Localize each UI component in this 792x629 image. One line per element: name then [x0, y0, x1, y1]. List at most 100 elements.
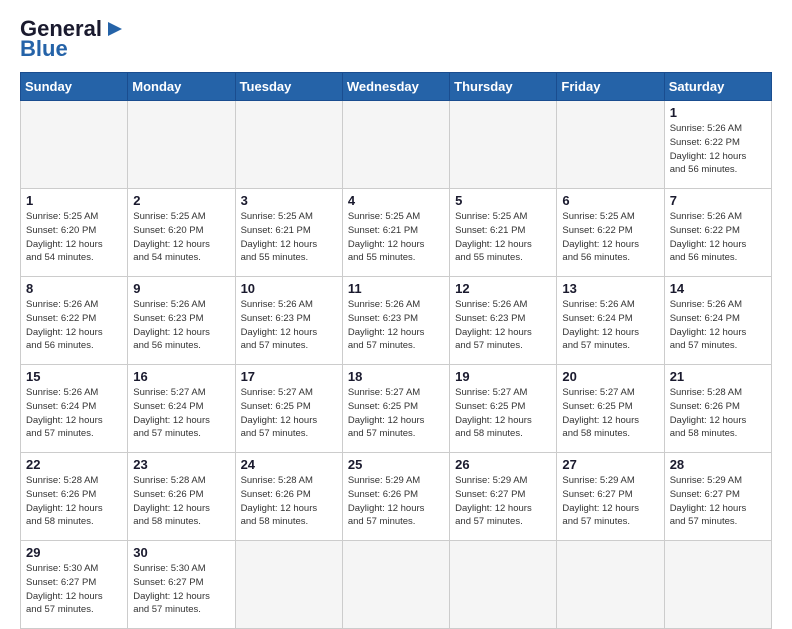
cell-info: Sunrise: 5:26 AMSunset: 6:23 PMDaylight:… [455, 298, 551, 353]
cell-info: Sunrise: 5:27 AMSunset: 6:25 PMDaylight:… [348, 386, 444, 441]
calendar-cell: 28Sunrise: 5:29 AMSunset: 6:27 PMDayligh… [664, 453, 771, 541]
col-header-tuesday: Tuesday [235, 73, 342, 101]
col-header-thursday: Thursday [450, 73, 557, 101]
cell-info: Sunrise: 5:28 AMSunset: 6:26 PMDaylight:… [26, 474, 122, 529]
calendar-cell: 1 Sunrise: 5:26 AMSunset: 6:22 PMDaylight… [664, 101, 771, 189]
day-number: 16 [133, 369, 229, 384]
week-row-6: 29 Sunrise: 5:30 AMSunset: 6:27 PMDayligh… [21, 541, 772, 629]
calendar-cell [235, 541, 342, 629]
calendar-cell: 2Sunrise: 5:25 AMSunset: 6:20 PMDaylight… [128, 189, 235, 277]
cell-info: Sunrise: 5:25 AMSunset: 6:21 PMDaylight:… [241, 210, 337, 265]
day-number: 4 [348, 193, 444, 208]
cell-info: Sunrise: 5:26 AMSunset: 6:23 PMDaylight:… [241, 298, 337, 353]
calendar-table: SundayMondayTuesdayWednesdayThursdayFrid… [20, 72, 772, 629]
cell-info: Sunrise: 5:26 AMSunset: 6:24 PMDaylight:… [562, 298, 658, 353]
week-row-3: 8 Sunrise: 5:26 AMSunset: 6:22 PMDaylight… [21, 277, 772, 365]
logo: General Blue [20, 16, 126, 62]
calendar-cell: 14 Sunrise: 5:26 AMSunset: 6:24 PMDayligh… [664, 277, 771, 365]
calendar-cell [342, 101, 449, 189]
cell-info: Sunrise: 5:29 AMSunset: 6:27 PMDaylight:… [455, 474, 551, 529]
cell-info: Sunrise: 5:26 AMSunset: 6:24 PMDaylight:… [26, 386, 122, 441]
day-number: 30 [133, 545, 229, 560]
day-number: 24 [241, 457, 337, 472]
cell-info: Sunrise: 5:26 AMSunset: 6:23 PMDaylight:… [348, 298, 444, 353]
day-number: 29 [26, 545, 122, 560]
day-number: 23 [133, 457, 229, 472]
day-number: 25 [348, 457, 444, 472]
day-number: 19 [455, 369, 551, 384]
col-header-sunday: Sunday [21, 73, 128, 101]
cell-info: Sunrise: 5:25 AMSunset: 6:20 PMDaylight:… [26, 210, 122, 265]
calendar-cell: 7Sunrise: 5:26 AMSunset: 6:22 PMDaylight… [664, 189, 771, 277]
page: General Blue SundayMondayTuesdayWednesda… [0, 0, 792, 612]
day-number: 9 [133, 281, 229, 296]
cell-info: Sunrise: 5:29 AMSunset: 6:27 PMDaylight:… [670, 474, 766, 529]
calendar-cell [450, 541, 557, 629]
calendar-cell: 11Sunrise: 5:26 AMSunset: 6:23 PMDayligh… [342, 277, 449, 365]
day-number: 22 [26, 457, 122, 472]
day-number: 8 [26, 281, 122, 296]
day-number: 10 [241, 281, 337, 296]
column-headers: SundayMondayTuesdayWednesdayThursdayFrid… [21, 73, 772, 101]
day-number: 2 [133, 193, 229, 208]
day-number: 7 [670, 193, 766, 208]
calendar-cell: 3 Sunrise: 5:25 AMSunset: 6:21 PMDaylight… [235, 189, 342, 277]
col-header-saturday: Saturday [664, 73, 771, 101]
cell-info: Sunrise: 5:28 AMSunset: 6:26 PMDaylight:… [241, 474, 337, 529]
day-number: 5 [455, 193, 551, 208]
calendar-cell: 15 Sunrise: 5:26 AMSunset: 6:24 PMDayligh… [21, 365, 128, 453]
calendar-cell: 5 Sunrise: 5:25 AMSunset: 6:21 PMDaylight… [450, 189, 557, 277]
calendar-cell: 26Sunrise: 5:29 AMSunset: 6:27 PMDayligh… [450, 453, 557, 541]
col-header-friday: Friday [557, 73, 664, 101]
header: General Blue [20, 16, 772, 62]
cell-info: Sunrise: 5:25 AMSunset: 6:21 PMDaylight:… [455, 210, 551, 265]
day-number: 13 [562, 281, 658, 296]
calendar-cell: 12 Sunrise: 5:26 AMSunset: 6:23 PMDayligh… [450, 277, 557, 365]
calendar-cell: 10 Sunrise: 5:26 AMSunset: 6:23 PMDayligh… [235, 277, 342, 365]
calendar-cell: 9 Sunrise: 5:26 AMSunset: 6:23 PMDaylight… [128, 277, 235, 365]
day-number: 6 [562, 193, 658, 208]
cell-info: Sunrise: 5:29 AMSunset: 6:26 PMDaylight:… [348, 474, 444, 529]
cell-info: Sunrise: 5:25 AMSunset: 6:22 PMDaylight:… [562, 210, 658, 265]
calendar-cell [557, 541, 664, 629]
cell-info: Sunrise: 5:30 AMSunset: 6:27 PMDaylight:… [26, 562, 122, 617]
col-header-monday: Monday [128, 73, 235, 101]
calendar-body: 1 Sunrise: 5:26 AMSunset: 6:22 PMDaylight… [21, 101, 772, 629]
week-row-4: 15 Sunrise: 5:26 AMSunset: 6:24 PMDayligh… [21, 365, 772, 453]
cell-info: Sunrise: 5:30 AMSunset: 6:27 PMDaylight:… [133, 562, 229, 617]
calendar-cell: 29 Sunrise: 5:30 AMSunset: 6:27 PMDayligh… [21, 541, 128, 629]
day-number: 14 [670, 281, 766, 296]
week-row-1: 1 Sunrise: 5:26 AMSunset: 6:22 PMDaylight… [21, 101, 772, 189]
calendar-cell: 4 Sunrise: 5:25 AMSunset: 6:21 PMDaylight… [342, 189, 449, 277]
day-number: 21 [670, 369, 766, 384]
day-number: 20 [562, 369, 658, 384]
cell-info: Sunrise: 5:28 AMSunset: 6:26 PMDaylight:… [133, 474, 229, 529]
cell-info: Sunrise: 5:26 AMSunset: 6:23 PMDaylight:… [133, 298, 229, 353]
calendar-cell: 24 Sunrise: 5:28 AMSunset: 6:26 PMDayligh… [235, 453, 342, 541]
calendar-cell [557, 101, 664, 189]
calendar-cell: 17Sunrise: 5:27 AMSunset: 6:25 PMDayligh… [235, 365, 342, 453]
cell-info: Sunrise: 5:25 AMSunset: 6:21 PMDaylight:… [348, 210, 444, 265]
cell-info: Sunrise: 5:26 AMSunset: 6:22 PMDaylight:… [26, 298, 122, 353]
calendar-cell: 21 Sunrise: 5:28 AMSunset: 6:26 PMDayligh… [664, 365, 771, 453]
cell-info: Sunrise: 5:26 AMSunset: 6:24 PMDaylight:… [670, 298, 766, 353]
day-number: 3 [241, 193, 337, 208]
cell-info: Sunrise: 5:28 AMSunset: 6:26 PMDaylight:… [670, 386, 766, 441]
day-number: 18 [348, 369, 444, 384]
calendar-cell: 23 Sunrise: 5:28 AMSunset: 6:26 PMDayligh… [128, 453, 235, 541]
day-number: 1 [670, 105, 766, 120]
cell-info: Sunrise: 5:27 AMSunset: 6:25 PMDaylight:… [455, 386, 551, 441]
calendar-cell [342, 541, 449, 629]
day-number: 15 [26, 369, 122, 384]
day-number: 1 [26, 193, 122, 208]
cell-info: Sunrise: 5:26 AMSunset: 6:22 PMDaylight:… [670, 122, 766, 177]
calendar-cell: 27Sunrise: 5:29 AMSunset: 6:27 PMDayligh… [557, 453, 664, 541]
calendar-cell [128, 101, 235, 189]
calendar-cell: 25 Sunrise: 5:29 AMSunset: 6:26 PMDayligh… [342, 453, 449, 541]
calendar-cell: 20Sunrise: 5:27 AMSunset: 6:25 PMDayligh… [557, 365, 664, 453]
day-number: 12 [455, 281, 551, 296]
calendar-cell: 6 Sunrise: 5:25 AMSunset: 6:22 PMDaylight… [557, 189, 664, 277]
week-row-5: 22 Sunrise: 5:28 AMSunset: 6:26 PMDayligh… [21, 453, 772, 541]
calendar-cell: 1 Sunrise: 5:25 AMSunset: 6:20 PMDaylight… [21, 189, 128, 277]
calendar-cell [450, 101, 557, 189]
